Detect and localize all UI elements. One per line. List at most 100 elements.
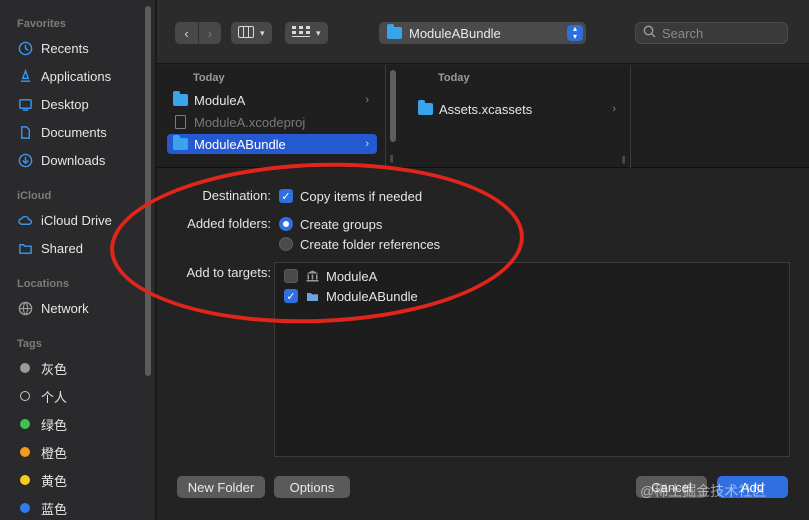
list-item-modulea[interactable]: ModuleA › — [167, 90, 377, 110]
item-label: ModuleA.xcodeproj — [194, 114, 306, 130]
add-to-targets-label: Add to targets: — [186, 265, 271, 280]
sidebar-item-label: iCloud Drive — [41, 212, 112, 228]
file-dialog: ‹ › ▾ ▾ ModuleABundle ▴ ▾ Search Today Mo… — [157, 0, 809, 520]
added-folders-label: Added folders: — [187, 216, 271, 231]
sidebar-tag-yellow[interactable]: 黄色 — [17, 469, 67, 491]
copy-items-label: Copy items if needed — [300, 188, 423, 204]
sidebar-item-label: Applications — [41, 68, 112, 84]
create-folder-references-label: Create folder references — [300, 236, 441, 252]
chevron-right-icon: › — [365, 138, 369, 150]
search-placeholder: Search — [662, 25, 704, 41]
sidebar-tag-personal[interactable]: 个人 — [17, 385, 67, 407]
tag-dot-icon — [20, 447, 30, 457]
grid-icon — [292, 25, 310, 41]
shared-folder-icon — [17, 240, 33, 256]
sidebar-item-label: 灰色 — [41, 361, 68, 377]
search-icon — [643, 25, 656, 41]
cloud-icon — [17, 212, 33, 228]
sidebar-item-desktop[interactable]: Desktop — [17, 93, 89, 115]
list-item-moduleabundle[interactable]: ModuleABundle › — [167, 134, 377, 154]
folder-icon — [387, 24, 402, 39]
tag-dot-icon — [20, 363, 30, 373]
sidebar-tag-orange[interactable]: 橙色 — [17, 441, 67, 463]
list-item-assets-xcassets[interactable]: Assets.xcassets › — [412, 99, 624, 119]
sidebar-item-label: Shared — [41, 240, 83, 256]
sidebar-item-label: Documents — [41, 124, 107, 140]
sidebar-section-tags: Tags — [17, 338, 42, 350]
sidebar-item-label: Downloads — [41, 152, 106, 168]
sidebar-item-downloads[interactable]: Downloads — [17, 149, 105, 171]
search-field[interactable]: Search — [635, 22, 788, 44]
view-mode-dropdown[interactable]: ▾ — [231, 22, 272, 44]
bundle-icon — [305, 290, 319, 302]
sidebar-item-applications[interactable]: Applications — [17, 65, 111, 87]
globe-icon — [17, 300, 33, 316]
sidebar: Favorites Recents Applications Desktop D… — [0, 0, 156, 520]
nav-buttons: ‹ › — [175, 22, 221, 44]
tag-dot-icon — [20, 419, 30, 429]
document-icon — [17, 124, 33, 140]
sidebar-item-label: 黄色 — [41, 473, 68, 489]
folder-icon — [173, 91, 188, 106]
radio-selected-icon — [279, 217, 293, 231]
sidebar-section-icloud: iCloud — [17, 190, 52, 202]
column-browser: Today ModuleA › ModuleA.xcodeproj Module… — [157, 65, 809, 168]
copy-items-checkbox[interactable]: ✓ Copy items if needed — [279, 187, 422, 205]
xcodeproj-file-icon — [175, 115, 186, 129]
watermark: @稀土掘金技术社区 — [640, 483, 767, 499]
chevron-down-icon: ▾ — [316, 27, 321, 38]
new-folder-button[interactable]: New Folder — [177, 476, 265, 498]
create-groups-radio[interactable]: Create groups — [279, 215, 382, 233]
sidebar-tag-gray[interactable]: 灰色 — [17, 357, 67, 379]
applications-icon — [17, 68, 33, 84]
column-header: Today — [193, 72, 225, 84]
target-row-moduleabundle[interactable]: ✓ ModuleABundle — [284, 287, 418, 305]
location-label: ModuleABundle — [409, 25, 501, 41]
sidebar-item-documents[interactable]: Documents — [17, 121, 107, 143]
sidebar-item-label: 个人 — [41, 389, 68, 405]
sidebar-item-icloud-drive[interactable]: iCloud Drive — [17, 209, 112, 231]
list-item-modulea-xcodeproj: ModuleA.xcodeproj — [167, 112, 377, 132]
checkmark-icon: ✓ — [284, 289, 298, 303]
sidebar-section-locations: Locations — [17, 278, 69, 290]
sidebar-tag-green[interactable]: 绿色 — [17, 413, 67, 435]
options-button[interactable]: Options — [274, 476, 350, 498]
sidebar-item-recents[interactable]: Recents — [17, 37, 89, 59]
checkmark-icon: ✓ — [279, 189, 293, 203]
item-label: Assets.xcassets — [439, 101, 533, 117]
target-label: ModuleA — [326, 268, 378, 284]
create-groups-label: Create groups — [300, 216, 383, 232]
sidebar-tag-blue[interactable]: 蓝色 — [17, 497, 67, 519]
download-icon — [17, 152, 33, 168]
group-dropdown[interactable]: ▾ — [285, 22, 328, 44]
column-resize-handle[interactable]: || — [622, 155, 625, 164]
chevron-right-icon: › — [612, 103, 616, 115]
sidebar-item-shared[interactable]: Shared — [17, 237, 83, 259]
columns-view-icon — [238, 25, 254, 41]
folder-icon — [173, 135, 188, 150]
chevron-left-icon[interactable]: ‹ — [175, 22, 198, 44]
target-row-modulea[interactable]: ModuleA — [284, 267, 377, 285]
desktop-icon — [17, 96, 33, 112]
sidebar-item-label: 绿色 — [41, 417, 68, 433]
destination-label: Destination: — [202, 188, 271, 203]
checkbox-unchecked-icon — [284, 269, 298, 283]
tag-dot-icon — [20, 503, 30, 513]
sidebar-item-network[interactable]: Network — [17, 297, 89, 319]
sidebar-item-label: Network — [41, 300, 89, 316]
column-resize-handle[interactable]: || — [390, 154, 393, 163]
chevron-down-icon: ▾ — [260, 27, 265, 38]
clock-icon — [17, 40, 33, 56]
targets-list: ModuleA ✓ ModuleABundle — [274, 262, 790, 457]
browser-column-2: Today Assets.xcassets › || — [400, 65, 631, 168]
location-popup[interactable]: ModuleABundle ▴ ▾ — [379, 22, 586, 44]
chevron-right-icon: › — [365, 94, 369, 106]
sidebar-item-label: Desktop — [41, 96, 89, 112]
sidebar-item-label: Recents — [41, 40, 89, 56]
up-down-arrows-icon: ▴ ▾ — [567, 25, 583, 41]
tag-dot-icon — [20, 391, 30, 401]
chevron-right-icon[interactable]: › — [198, 22, 221, 44]
target-label: ModuleABundle — [326, 288, 418, 304]
column-scrollbar[interactable] — [390, 70, 396, 142]
create-folder-references-radio[interactable]: Create folder references — [279, 235, 440, 253]
